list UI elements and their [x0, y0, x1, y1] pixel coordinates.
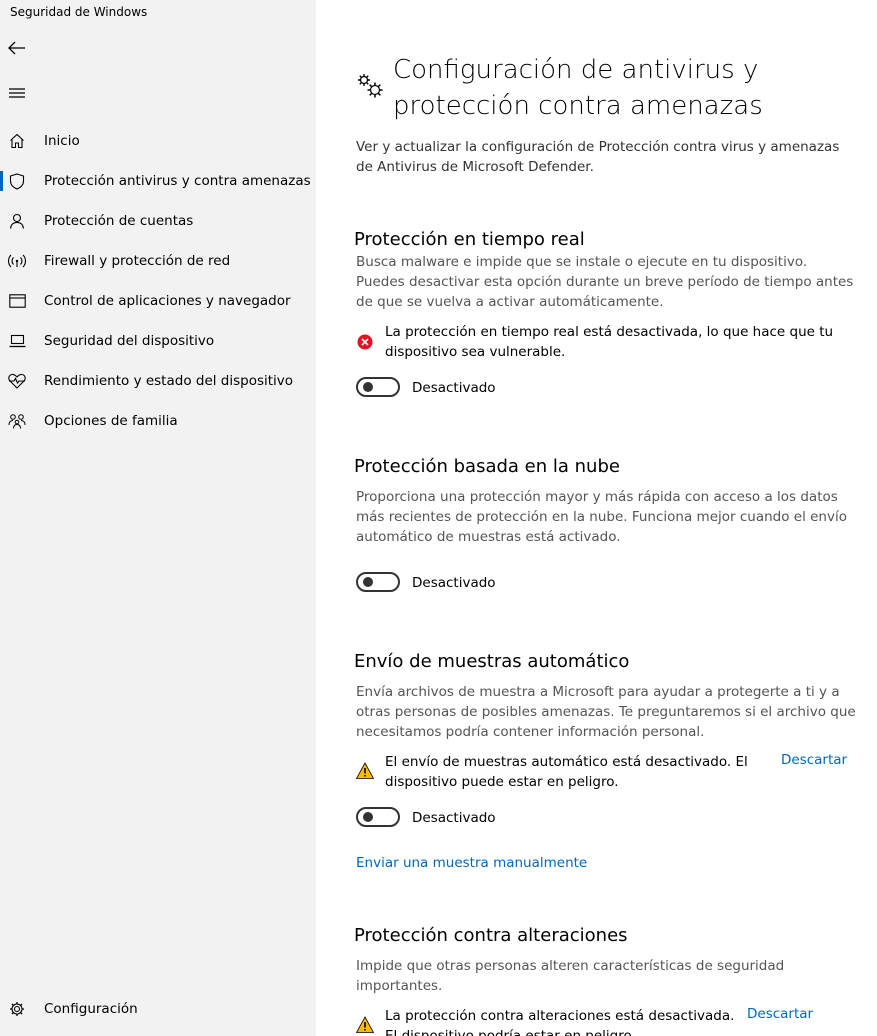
laptop-icon — [8, 332, 26, 350]
sidebar-item-configuracion[interactable]: Configuración — [0, 991, 316, 1027]
shield-icon — [8, 172, 26, 190]
tamper-dismiss-link[interactable]: Descartar — [747, 1006, 813, 1022]
page-description: Ver y actualizar la configuración de Pro… — [356, 139, 840, 175]
cloud-protection-toggle[interactable] — [356, 572, 400, 592]
sidebar-item-label: Opciones de familia — [44, 413, 178, 429]
windows-security-window: Seguridad de Windows Inicio Protección a… — [0, 0, 877, 1036]
realtime-protection-description: Busca malware e impide que se instale o … — [356, 254, 854, 310]
home-icon — [8, 132, 26, 150]
tamper-protection-description: Impide que otras personas alteren caract… — [356, 958, 785, 994]
sidebar-item-label: Protección de cuentas — [44, 213, 194, 229]
family-icon — [8, 412, 26, 430]
warning-icon — [356, 1016, 374, 1033]
toggle-knob — [363, 577, 373, 587]
back-button[interactable] — [6, 37, 28, 59]
sidebar-item-label: Protección antivirus y contra amenazas — [44, 173, 311, 189]
cloud-toggle-label: Desactivado — [412, 575, 496, 591]
sidebar-item-cuentas[interactable]: Protección de cuentas — [0, 203, 316, 239]
person-icon — [8, 212, 26, 230]
tamper-protection-title: Protección contra alteraciones — [354, 925, 628, 946]
browser-icon — [8, 292, 26, 310]
sidebar-item-label: Seguridad del dispositivo — [44, 333, 215, 349]
sidebar-item-firewall[interactable]: Firewall y protección de red — [0, 243, 316, 279]
submit-sample-manually-link[interactable]: Enviar una muestra manualmente — [356, 855, 587, 871]
sample-submission-description: Envía archivos de muestra a Microsoft pa… — [356, 684, 856, 740]
toggle-knob — [363, 812, 373, 822]
heart-icon — [8, 372, 26, 390]
sample-submission-toggle[interactable] — [356, 807, 400, 827]
page-title: Configuración de antivirus y protección … — [393, 55, 763, 121]
main-content: Configuración de antivirus y protección … — [316, 0, 877, 1036]
hamburger-icon — [9, 88, 25, 98]
realtime-toggle-label: Desactivado — [412, 380, 496, 396]
sidebar-item-aplicaciones[interactable]: Control de aplicaciones y navegador — [0, 283, 316, 319]
gears-icon — [356, 72, 384, 100]
realtime-protection-title: Protección en tiempo real — [354, 229, 585, 250]
error-icon — [357, 334, 373, 350]
toggle-knob — [363, 382, 373, 392]
window-title: Seguridad de Windows — [10, 5, 148, 19]
sidebar-item-label: Configuración — [44, 1001, 138, 1017]
hamburger-menu-button[interactable] — [6, 82, 28, 104]
sidebar: Seguridad de Windows Inicio Protección a… — [0, 0, 316, 1036]
cloud-protection-description: Proporciona una protección mayor y más r… — [356, 489, 847, 545]
sidebar-item-familia[interactable]: Opciones de familia — [0, 403, 316, 439]
sidebar-item-inicio[interactable]: Inicio — [0, 123, 316, 159]
tamper-alert-text: La protección contra alteraciones está d… — [385, 1008, 735, 1036]
warning-icon — [356, 762, 374, 779]
realtime-alert-text: La protección en tiempo real está desact… — [385, 324, 834, 360]
sample-submission-title: Envío de muestras automático — [354, 651, 630, 672]
sidebar-item-label: Control de aplicaciones y navegador — [44, 293, 291, 309]
cloud-protection-title: Protección basada en la nube — [354, 456, 620, 477]
wifi-icon — [8, 252, 26, 270]
samples-toggle-label: Desactivado — [412, 810, 496, 826]
sidebar-item-label: Firewall y protección de red — [44, 253, 231, 269]
sidebar-item-rendimiento[interactable]: Rendimiento y estado del dispositivo — [0, 363, 316, 399]
sidebar-item-dispositivo[interactable]: Seguridad del dispositivo — [0, 323, 316, 359]
sidebar-item-label: Inicio — [44, 133, 80, 149]
sidebar-item-label: Rendimiento y estado del dispositivo — [44, 373, 294, 389]
realtime-protection-toggle[interactable] — [356, 377, 400, 397]
back-arrow-icon — [8, 41, 25, 55]
sidebar-item-antivirus[interactable]: Protección antivirus y contra amenazas — [0, 163, 316, 199]
samples-dismiss-link[interactable]: Descartar — [781, 752, 847, 768]
gear-icon — [8, 1000, 26, 1018]
samples-alert-text: El envío de muestras automático está des… — [385, 754, 748, 790]
